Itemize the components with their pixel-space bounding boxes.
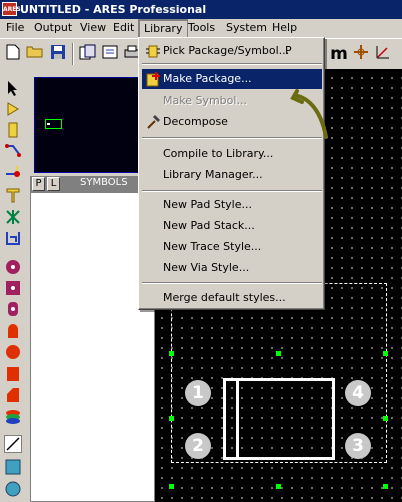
tab-p-button[interactable]: P	[32, 177, 45, 191]
square-pad-icon[interactable]	[4, 279, 22, 297]
menu-system[interactable]: System	[221, 19, 272, 38]
selection-handle[interactable]	[169, 416, 174, 421]
dil-pad-icon[interactable]	[4, 300, 22, 318]
selection-handle[interactable]	[276, 351, 281, 356]
pad-3[interactable]: 3	[345, 433, 371, 459]
window-title: UNTITLED - ARES Professional	[20, 3, 207, 16]
selection-handle[interactable]	[169, 484, 174, 489]
overview-window	[30, 69, 155, 176]
overview-map[interactable]	[34, 77, 153, 173]
pad-4[interactable]: 4	[345, 380, 371, 406]
pad-1[interactable]: 1	[185, 380, 211, 406]
import-icon[interactable]	[78, 44, 98, 64]
menu-item-new-via-style[interactable]: New Via Style...	[142, 258, 322, 278]
menu-item-merge-default-styles[interactable]: Merge default styles...	[142, 288, 322, 308]
menu-separator	[142, 282, 322, 284]
via-mode-icon[interactable]	[4, 163, 22, 181]
open-folder-icon[interactable]	[25, 44, 45, 64]
object-selector-list[interactable]	[30, 192, 155, 502]
menu-item-new-pad-stack[interactable]: New Pad Stack...	[142, 216, 322, 236]
package-body-outline	[223, 378, 335, 460]
component-mode-icon[interactable]	[4, 100, 22, 118]
menu-separator	[142, 63, 322, 65]
menu-item-compile-to-library[interactable]: Compile to Library...	[142, 144, 322, 164]
menu-item-pick-package[interactable]: Pick Package/Symbol... P	[142, 41, 322, 61]
export-icon[interactable]	[100, 44, 120, 64]
menu-item-label: Compile to Library...	[163, 147, 274, 160]
selection-handle[interactable]	[383, 484, 388, 489]
axes-icon[interactable]	[373, 44, 393, 64]
selection-handle[interactable]	[383, 351, 388, 356]
smt-round-pad-icon[interactable]	[4, 343, 22, 361]
mode-toolbar	[0, 69, 30, 502]
menu-help[interactable]: Help	[267, 19, 302, 38]
save-icon[interactable]	[48, 44, 68, 64]
zone-mode-icon[interactable]	[4, 186, 22, 204]
menu-item-make-symbol[interactable]: Make Symbol...	[142, 91, 322, 111]
new-file-icon[interactable]	[3, 44, 23, 64]
menu-item-new-pad-style[interactable]: New Pad Style...	[142, 195, 322, 215]
tab-l-button[interactable]: L	[47, 177, 60, 191]
menu-separator	[142, 137, 322, 139]
circle-graphics-icon[interactable]	[4, 480, 22, 498]
menu-item-label: Library Manager...	[163, 168, 263, 181]
menu-file[interactable]: File	[1, 19, 29, 38]
make-package-icon	[145, 71, 161, 87]
line-graphics-icon[interactable]	[4, 435, 22, 453]
library-menu-dropdown: Pick Package/Symbol... P Make Package...…	[138, 37, 325, 310]
menu-item-label: New Pad Stack...	[163, 219, 255, 232]
menu-item-label: Make Symbol...	[163, 94, 247, 107]
ratsnest-mode-icon[interactable]	[4, 208, 22, 226]
round-pad-icon[interactable]	[4, 258, 22, 276]
box-graphics-icon[interactable]	[4, 458, 22, 476]
pick-package-icon	[145, 43, 161, 59]
menu-tools[interactable]: Tools	[183, 19, 220, 38]
menu-item-new-trace-style[interactable]: New Trace Style...	[142, 237, 322, 257]
title-bar: ARES UNTITLED - ARES Professional	[0, 0, 402, 19]
object-selector-title: SYMBOLS	[80, 177, 128, 188]
object-selector-header: P L SYMBOLS	[30, 176, 155, 192]
menu-bar: File Output View Edit Library Tools Syst…	[0, 19, 402, 38]
smt-polygon-pad-icon[interactable]	[4, 386, 22, 404]
padstack-icon[interactable]	[4, 408, 22, 426]
hammer-icon	[145, 114, 161, 130]
selection-handle[interactable]	[169, 351, 174, 356]
menu-item-label: New Trace Style...	[163, 240, 262, 253]
toolbar-separator	[72, 43, 74, 65]
menu-library[interactable]: Library	[138, 19, 189, 38]
package-mode-icon[interactable]	[4, 121, 22, 139]
menu-view[interactable]: View	[75, 19, 111, 38]
menu-item-label: Merge default styles...	[163, 291, 286, 304]
menu-item-decompose[interactable]: Decompose	[142, 112, 322, 132]
package-pin1-marker-line	[236, 378, 239, 460]
selection-handle[interactable]	[276, 484, 281, 489]
edge-connector-pad-icon[interactable]	[4, 322, 22, 340]
ares-app-icon[interactable]: ARES	[2, 2, 21, 16]
menu-item-label: Decompose	[163, 115, 228, 128]
selection-handle[interactable]	[383, 416, 388, 421]
origin-crosshair-icon[interactable]	[351, 44, 371, 64]
menu-separator	[142, 190, 322, 192]
menu-item-shortcut: P	[285, 44, 292, 57]
menu-output[interactable]: Output	[29, 19, 77, 38]
menu-edit[interactable]: Edit	[108, 19, 139, 38]
selection-arrow-icon[interactable]	[4, 79, 22, 97]
connectivity-mode-icon[interactable]	[4, 229, 22, 247]
menu-item-label: New Pad Style...	[163, 198, 252, 211]
smt-square-pad-icon[interactable]	[4, 365, 22, 383]
metric-toggle-button[interactable]: m	[329, 44, 349, 64]
menu-item-library-manager[interactable]: Library Manager...	[142, 165, 322, 185]
menu-item-label: New Via Style...	[163, 261, 250, 274]
track-mode-icon[interactable]	[4, 142, 22, 160]
pad-2[interactable]: 2	[185, 433, 211, 459]
overview-package-marker	[47, 123, 50, 125]
menu-item-label: Make Package...	[163, 72, 252, 85]
menu-item-make-package[interactable]: Make Package...	[142, 69, 322, 89]
menu-item-label: Pick Package/Symbol...	[163, 44, 290, 57]
